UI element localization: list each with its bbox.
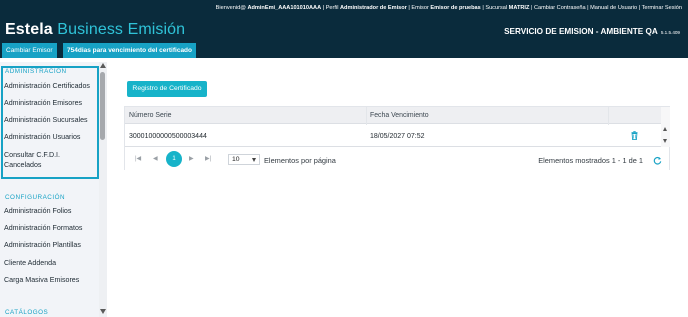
brand-logo: Estela Business Emisión: [5, 21, 185, 39]
next-page-icon[interactable]: ▶: [189, 155, 194, 163]
sidebar-section-catalogos: CATÁLOGOS: [5, 309, 49, 316]
page-size-select[interactable]: 10: [228, 154, 260, 165]
table-row[interactable]: 30001000000500003444 18/05/2027 07:52: [125, 125, 661, 147]
emisor-prefix: | Emisor: [408, 5, 429, 11]
user-info-bar: Bienvenid@ AdminEmi_AAA101010AAA | Perfi…: [216, 5, 682, 11]
top-header: Bienvenid@ AdminEmi_AAA101010AAA | Perfi…: [0, 0, 688, 58]
service-name: SERVICIO DE EMISION - AMBIENTE QA: [504, 27, 658, 36]
sidebar-item-cliente-addenda[interactable]: Cliente Addenda: [4, 259, 56, 267]
perfil-prefix: | Perfil: [322, 5, 339, 11]
user-name: AdminEmi_AAA101010AAA: [247, 5, 322, 11]
last-page-icon[interactable]: ▶|: [205, 155, 211, 163]
sidebar-item-formatos[interactable]: Administración Formatos: [4, 224, 82, 232]
version-label: 5.1.5.409: [660, 30, 680, 35]
cell-numero-serie: 30001000000500003444: [129, 133, 207, 140]
perfil-name: Administrador de Emisor: [340, 5, 407, 11]
brand-sub: Business Emisión: [57, 21, 186, 38]
sidebar-scroll-thumb[interactable]: [100, 72, 105, 140]
brand-main: Estela: [5, 21, 53, 38]
sucursal-name: MATRIZ: [508, 5, 530, 11]
grid-scroll-up-icon[interactable]: [663, 127, 667, 131]
chevron-down-icon: [252, 158, 256, 162]
sidebar-item-plantillas[interactable]: Administración Plantillas: [4, 241, 81, 249]
first-page-icon[interactable]: |◀: [135, 155, 141, 163]
user-manual-link[interactable]: | Manual de Usuario: [587, 5, 637, 11]
refresh-icon[interactable]: [653, 156, 662, 165]
items-summary: Elementos mostrados 1 - 1 de 1: [538, 156, 643, 165]
certificate-expiry-tab[interactable]: 754dias para vencimiento del certificado: [63, 43, 196, 58]
grid-header: Número Serie Fecha Vencimiento: [125, 107, 661, 124]
welcome-prefix: Bienvenid@: [215, 5, 246, 11]
service-title: SERVICIO DE EMISION - AMBIENTE QA 5.1.5.4…: [504, 27, 680, 36]
scroll-down-arrow-icon[interactable]: [100, 309, 106, 314]
prev-page-icon[interactable]: ◀: [153, 155, 158, 163]
logout-link[interactable]: | Terminar Sesión: [639, 5, 682, 11]
certificates-grid: Número Serie Fecha Vencimiento 300010000…: [124, 106, 670, 170]
app-root: Bienvenid@ AdminEmi_AAA101010AAA | Perfi…: [0, 0, 688, 317]
cell-fecha-vencimiento: 18/05/2027 07:52: [370, 133, 425, 140]
sucursal-prefix: | Sucursal: [482, 5, 508, 11]
register-certificate-button[interactable]: Registro de Certificado: [127, 81, 207, 97]
emisor-name: Emisor de pruebas: [430, 5, 481, 11]
column-header-fecha-vencimiento[interactable]: Fecha Vencimiento: [370, 112, 429, 119]
column-header-numero-serie[interactable]: Número Serie: [129, 112, 172, 119]
change-emisor-tab[interactable]: Cambiar Emisor: [2, 43, 57, 58]
trash-icon[interactable]: [631, 131, 638, 140]
page-size-label: Elementos por página: [264, 156, 336, 165]
page-number-current[interactable]: 1: [166, 151, 182, 167]
sidebar-item-folios[interactable]: Administración Folios: [4, 207, 71, 215]
grid-scroll-down-icon[interactable]: [663, 139, 667, 143]
change-password-link[interactable]: | Cambiar Contraseña: [531, 5, 586, 11]
scroll-up-arrow-icon[interactable]: [100, 63, 106, 68]
sidebar-item-carga-masiva[interactable]: Carga Masiva Emisores: [4, 276, 79, 284]
highlight-frame: [1, 66, 99, 179]
page-size-value: 10: [232, 156, 240, 163]
grid-pager: |◀ ◀ 1 ▶ ▶| 10 Elementos por página Elem…: [125, 148, 669, 170]
sidebar-section-configuracion: CONFIGURACIÓN: [5, 194, 66, 201]
